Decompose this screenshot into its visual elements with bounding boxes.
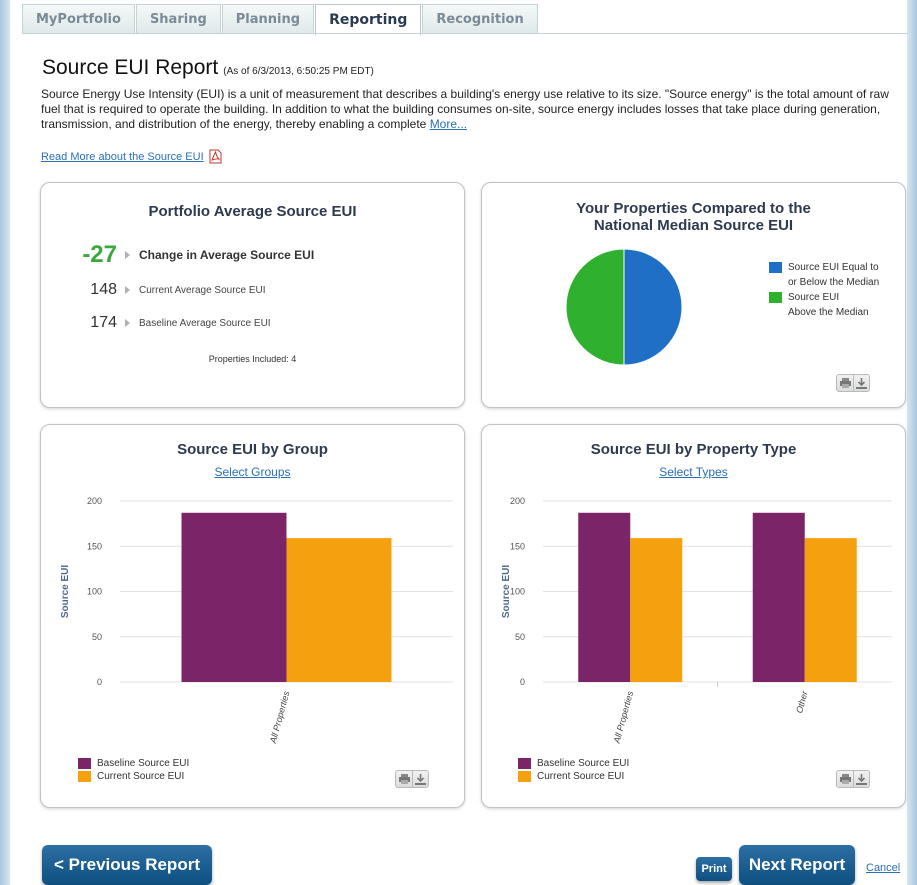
group-bar-chart: 0 50 100 150 200 Source EUI All Properties [60,496,453,745]
arrow-icon [125,286,130,294]
arrow-icon [125,251,130,259]
baseline-kpi: 174 Baseline Average Source EUI [63,314,271,332]
x-tick-label: Other [794,689,810,714]
y-tick-label: 50 [515,632,525,642]
page-frame-right [907,0,917,885]
tabs-divider [22,33,908,34]
bar-1-0 [630,538,683,682]
cancel-link[interactable]: Cancel [866,862,900,874]
legend-item-below-median: Source EUI Equal to or Below the Median [769,260,879,290]
y-tick-label: 100 [87,587,102,597]
y-tick-label: 0 [520,677,525,687]
legend-label: Current Source EUI [97,771,185,782]
pie-slice-1 [565,248,625,366]
legend-label: Current Source EUI [537,771,625,782]
pie-slice-0 [623,248,683,366]
legend-swatch-orange [518,771,531,782]
tab-recognition[interactable]: Recognition [422,4,538,34]
tab-planning[interactable]: Planning [221,4,315,34]
x-tick-label: All Properties [611,689,635,745]
tab-reporting[interactable]: Reporting [315,4,422,35]
as-of-timestamp: (As of 6/3/2013, 6:50:25 PM EDT) [223,66,374,77]
download-icon[interactable] [853,771,869,787]
pdf-icon[interactable] [209,149,222,164]
next-report-button[interactable]: Next Report [739,845,855,885]
current-kpi: 148 Current Average Source EUI [63,281,266,299]
chart-export-buttons [395,770,429,788]
legend-swatch-purple [78,758,91,769]
legend-item-current: Current Source EUI [518,769,624,784]
legend-label-line: Source EUI [788,292,840,303]
legend-label-line: Above the Median [788,307,869,318]
y-tick-label: 150 [510,541,525,551]
download-icon[interactable] [412,771,428,787]
chart-export-buttons [836,770,870,788]
tab-myportfolio[interactable]: MyPortfolio [22,4,135,34]
properties-included: Properties Included: 4 [208,354,297,364]
median-comparison-panel: Your Properties Compared to the National… [481,182,906,408]
legend-swatch-green [769,292,782,303]
change-value: -27 [82,241,117,268]
y-axis-label: Source EUI [501,565,512,619]
y-tick-label: 0 [97,677,102,687]
title-row: Source EUI Report (As of 6/3/2013, 6:50:… [42,56,374,80]
group-chart-panel: Source EUI by Group Select Groups 0 50 100… [40,424,465,808]
legend-label-line: Source EUI Equal to [788,262,879,273]
bar-1-0 [286,538,392,682]
print-icon[interactable] [396,771,412,787]
print-icon[interactable] [837,375,853,391]
x-tick-label: All Properties [268,689,292,745]
y-tick-label: 50 [92,632,102,642]
previous-report-button[interactable]: < Previous Report [42,845,212,885]
bar-0-0 [578,512,631,682]
y-axis-label: Source EUI [60,565,71,619]
y-tick-label: 200 [510,496,525,506]
panel-title: Portfolio Average Source EUI [148,203,357,220]
page-title: Source EUI Report [42,56,219,79]
page-frame-left [0,0,10,885]
y-tick-label: 100 [510,587,525,597]
type-chart-panel: Source EUI by Property Type Select Types… [481,424,906,808]
legend-swatch-purple [518,758,531,769]
change-label: Change in Average Source EUI [139,248,315,262]
legend-label-line: or Below the Median [788,277,880,288]
bar-0-0 [181,512,287,682]
legend-item-above-median: Source EUI Above the Median [769,290,869,320]
baseline-label: Baseline Average Source EUI [139,317,271,329]
legend-swatch-blue [769,262,782,273]
read-more-link[interactable]: Read More about the Source EUI [41,151,204,163]
more-link[interactable]: More... [430,117,467,131]
legend-item-current: Current Source EUI [78,769,184,784]
arrow-icon [125,319,130,327]
download-icon[interactable] [853,375,869,391]
type-bar-chart: 0 50 100 150 200 Source EUI All Properties Othe… [501,496,892,745]
portfolio-average-panel: Portfolio Average Source EUI -27 Change … [40,182,465,408]
baseline-value: 174 [90,314,117,331]
main-tabs: MyPortfolio Sharing Planning Reporting R… [22,4,539,35]
print-button[interactable]: Print [696,857,732,881]
tab-sharing[interactable]: Sharing [135,4,221,34]
current-value: 148 [90,281,117,298]
change-kpi: -27 Change in Average Source EUI [63,241,314,269]
bar-1-1 [804,538,857,682]
read-more-row: Read More about the Source EUI [41,149,222,164]
print-icon[interactable] [837,771,853,787]
intro-paragraph: Source Energy Use Intensity (EUI) is a u… [41,87,903,132]
y-tick-label: 200 [87,496,102,506]
current-label: Current Average Source EUI [139,284,266,296]
legend-swatch-orange [78,771,91,782]
bar-0-1 [752,512,805,682]
y-tick-label: 150 [87,541,102,551]
chart-export-buttons [836,374,870,392]
